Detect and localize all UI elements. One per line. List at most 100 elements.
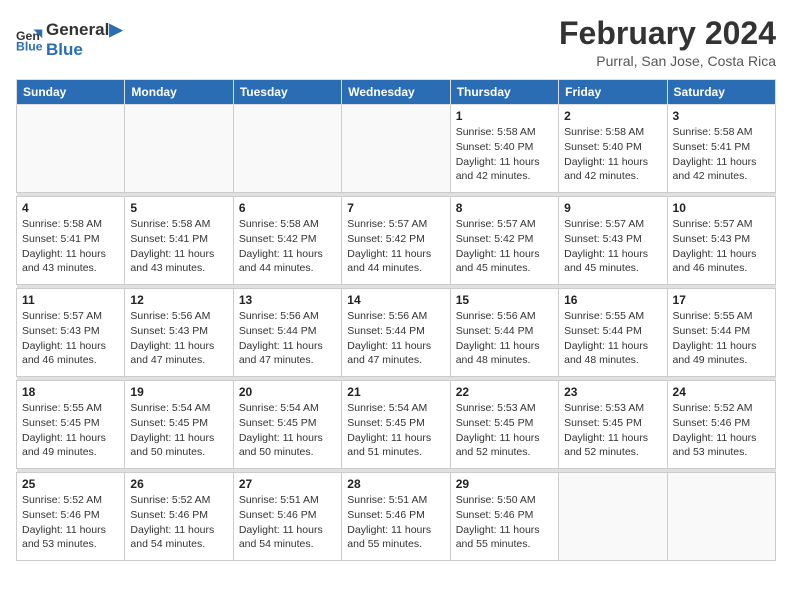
day-number: 22 [456,385,553,399]
day-number: 10 [673,201,770,215]
day-number: 4 [22,201,119,215]
calendar-day: 15Sunrise: 5:56 AM Sunset: 5:44 PM Dayli… [450,289,558,377]
day-info: Sunrise: 5:55 AM Sunset: 5:45 PM Dayligh… [22,401,119,460]
calendar-day: 6 Sunrise: 5:58 AM Sunset: 5:42 PM Daylig… [233,197,341,285]
calendar-week-3: 11Sunrise: 5:57 AM Sunset: 5:43 PM Dayli… [17,289,776,377]
day-info: Sunrise: 5:58 AM Sunset: 5:40 PM Dayligh… [456,125,553,184]
calendar-day: 9 Sunrise: 5:57 AM Sunset: 5:43 PM Daylig… [559,197,667,285]
day-info: Sunrise: 5:52 AM Sunset: 5:46 PM Dayligh… [22,493,119,552]
col-saturday: Saturday [667,80,775,105]
calendar-day: 11Sunrise: 5:57 AM Sunset: 5:43 PM Dayli… [17,289,125,377]
day-number: 3 [673,109,770,123]
calendar-day [342,105,450,193]
calendar-day: 26 Sunrise: 5:52 AM Sunset: 5:46 PM Dayli… [125,473,233,561]
calendar-day: 29Sunrise: 5:50 AM Sunset: 5:46 PM Dayli… [450,473,558,561]
day-number: 21 [347,385,444,399]
day-number: 8 [456,201,553,215]
day-info: Sunrise: 5:58 AM Sunset: 5:41 PM Dayligh… [22,217,119,276]
calendar-day: 1Sunrise: 5:58 AM Sunset: 5:40 PM Daylig… [450,105,558,193]
day-number: 6 [239,201,336,215]
day-info: Sunrise: 5:58 AM Sunset: 5:41 PM Dayligh… [130,217,227,276]
calendar-day: 2Sunrise: 5:58 AM Sunset: 5:40 PM Daylig… [559,105,667,193]
col-friday: Friday [559,80,667,105]
day-info: Sunrise: 5:58 AM Sunset: 5:41 PM Dayligh… [673,125,770,184]
logo-line1: General▶ [46,20,122,40]
day-number: 5 [130,201,227,215]
calendar-day: 12 Sunrise: 5:56 AM Sunset: 5:43 PM Dayli… [125,289,233,377]
page: Gen Blue General▶ Blue February 2024 Pur… [0,0,792,612]
month-title: February 2024 [559,16,776,51]
day-number: 28 [347,477,444,491]
day-number: 23 [564,385,661,399]
calendar: Sunday Monday Tuesday Wednesday Thursday… [16,79,776,561]
day-info: Sunrise: 5:57 AM Sunset: 5:42 PM Dayligh… [456,217,553,276]
day-number: 25 [22,477,119,491]
calendar-day: 8 Sunrise: 5:57 AM Sunset: 5:42 PM Daylig… [450,197,558,285]
day-info: Sunrise: 5:54 AM Sunset: 5:45 PM Dayligh… [347,401,444,460]
day-info: Sunrise: 5:57 AM Sunset: 5:42 PM Dayligh… [347,217,444,276]
calendar-day: 10Sunrise: 5:57 AM Sunset: 5:43 PM Dayli… [667,197,775,285]
calendar-day: 4 Sunrise: 5:58 AM Sunset: 5:41 PM Daylig… [17,197,125,285]
logo: Gen Blue General▶ Blue [16,20,122,59]
calendar-day [233,105,341,193]
header: Gen Blue General▶ Blue February 2024 Pur… [16,16,776,69]
day-number: 9 [564,201,661,215]
calendar-day: 14 Sunrise: 5:56 AM Sunset: 5:44 PM Dayli… [342,289,450,377]
day-number: 14 [347,293,444,307]
day-number: 15 [456,293,553,307]
day-number: 12 [130,293,227,307]
day-number: 11 [22,293,119,307]
day-number: 18 [22,385,119,399]
day-info: Sunrise: 5:55 AM Sunset: 5:44 PM Dayligh… [673,309,770,368]
day-info: Sunrise: 5:54 AM Sunset: 5:45 PM Dayligh… [130,401,227,460]
day-info: Sunrise: 5:52 AM Sunset: 5:46 PM Dayligh… [130,493,227,552]
calendar-day: 20Sunrise: 5:54 AM Sunset: 5:45 PM Dayli… [233,381,341,469]
day-info: Sunrise: 5:57 AM Sunset: 5:43 PM Dayligh… [564,217,661,276]
day-number: 19 [130,385,227,399]
calendar-day: 17 Sunrise: 5:55 AM Sunset: 5:44 PM Dayli… [667,289,775,377]
calendar-day: 28Sunrise: 5:51 AM Sunset: 5:46 PM Dayli… [342,473,450,561]
day-number: 26 [130,477,227,491]
calendar-day: 7Sunrise: 5:57 AM Sunset: 5:42 PM Daylig… [342,197,450,285]
logo-icon: Gen Blue [16,26,44,54]
calendar-day: 25 Sunrise: 5:52 AM Sunset: 5:46 PM Dayli… [17,473,125,561]
col-monday: Monday [125,80,233,105]
title-section: February 2024 Purral, San Jose, Costa Ri… [559,16,776,69]
calendar-header-row: Sunday Monday Tuesday Wednesday Thursday… [17,80,776,105]
calendar-day [125,105,233,193]
day-info: Sunrise: 5:56 AM Sunset: 5:44 PM Dayligh… [347,309,444,368]
day-info: Sunrise: 5:56 AM Sunset: 5:43 PM Dayligh… [130,309,227,368]
calendar-day: 21 Sunrise: 5:54 AM Sunset: 5:45 PM Dayli… [342,381,450,469]
day-info: Sunrise: 5:51 AM Sunset: 5:46 PM Dayligh… [239,493,336,552]
calendar-week-4: 18 Sunrise: 5:55 AM Sunset: 5:45 PM Dayli… [17,381,776,469]
day-number: 2 [564,109,661,123]
day-info: Sunrise: 5:52 AM Sunset: 5:46 PM Dayligh… [673,401,770,460]
svg-text:Blue: Blue [16,39,43,53]
day-number: 24 [673,385,770,399]
calendar-day: 3 Sunrise: 5:58 AM Sunset: 5:41 PM Daylig… [667,105,775,193]
calendar-day: 5 Sunrise: 5:58 AM Sunset: 5:41 PM Daylig… [125,197,233,285]
day-number: 16 [564,293,661,307]
col-thursday: Thursday [450,80,558,105]
day-info: Sunrise: 5:50 AM Sunset: 5:46 PM Dayligh… [456,493,553,552]
day-number: 13 [239,293,336,307]
calendar-day: 16 Sunrise: 5:55 AM Sunset: 5:44 PM Dayli… [559,289,667,377]
day-number: 17 [673,293,770,307]
calendar-day: 19 Sunrise: 5:54 AM Sunset: 5:45 PM Dayli… [125,381,233,469]
day-info: Sunrise: 5:55 AM Sunset: 5:44 PM Dayligh… [564,309,661,368]
calendar-day: 23 Sunrise: 5:53 AM Sunset: 5:45 PM Dayli… [559,381,667,469]
day-number: 20 [239,385,336,399]
col-wednesday: Wednesday [342,80,450,105]
calendar-week-1: 1Sunrise: 5:58 AM Sunset: 5:40 PM Daylig… [17,105,776,193]
calendar-day: 27 Sunrise: 5:51 AM Sunset: 5:46 PM Dayli… [233,473,341,561]
col-tuesday: Tuesday [233,80,341,105]
day-info: Sunrise: 5:56 AM Sunset: 5:44 PM Dayligh… [239,309,336,368]
location: Purral, San Jose, Costa Rica [559,53,776,69]
calendar-day [559,473,667,561]
day-info: Sunrise: 5:53 AM Sunset: 5:45 PM Dayligh… [564,401,661,460]
calendar-day: 22Sunrise: 5:53 AM Sunset: 5:45 PM Dayli… [450,381,558,469]
day-info: Sunrise: 5:58 AM Sunset: 5:42 PM Dayligh… [239,217,336,276]
day-number: 27 [239,477,336,491]
calendar-day: 13 Sunrise: 5:56 AM Sunset: 5:44 PM Dayli… [233,289,341,377]
calendar-day [17,105,125,193]
